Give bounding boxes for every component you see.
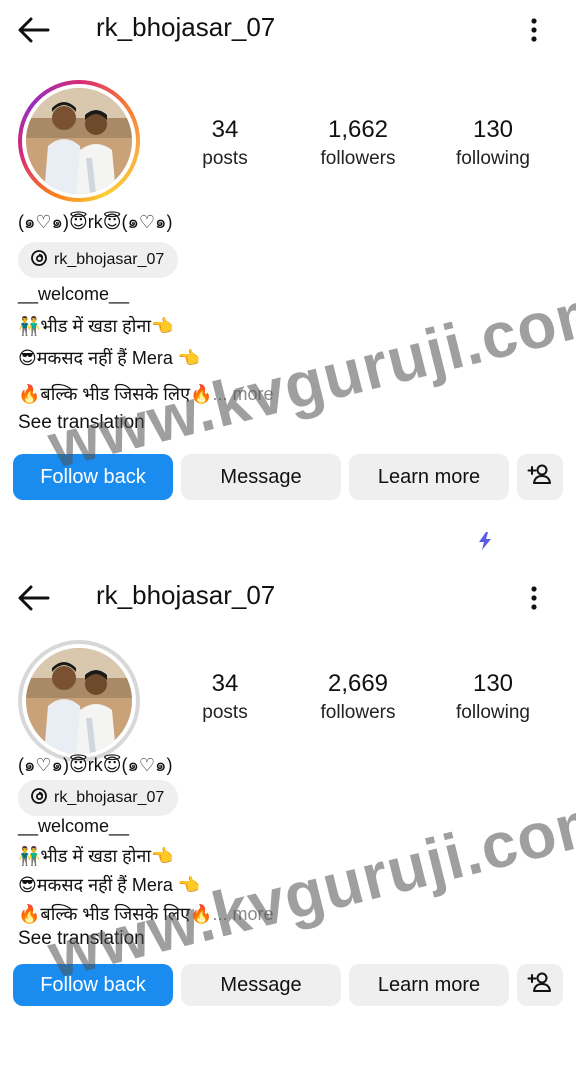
following-stat[interactable]: 130 following xyxy=(433,670,553,724)
posts-stat[interactable]: 34 posts xyxy=(165,116,285,170)
message-button[interactable]: Message xyxy=(181,964,341,1006)
display-name: (๑♡๑)😇rk😇(๑♡๑) xyxy=(18,755,173,775)
posts-label: posts xyxy=(202,702,248,723)
followers-label: followers xyxy=(320,702,396,723)
bio-line-1: __welcome__ xyxy=(18,816,130,836)
followers-label: followers xyxy=(320,148,396,169)
threads-icon xyxy=(30,787,48,810)
learn-more-button[interactable]: Learn more xyxy=(349,964,509,1006)
top-bar: rk_bhojasar_07 xyxy=(0,0,576,60)
threads-badge[interactable]: rk_bhojasar_07 xyxy=(18,780,179,816)
following-count: 130 xyxy=(472,116,514,143)
posts-count: 34 xyxy=(211,116,239,143)
username-title: rk_bhojasar_07 xyxy=(96,12,276,42)
threads-badge[interactable]: rk_bhojasar_07 xyxy=(18,242,179,278)
bio-line-1: __welcome__ xyxy=(18,284,130,304)
bio-line-2: 👬भीड में खडा होना👈 xyxy=(18,846,174,866)
bio-line-2: 👬भीड में खडा होना👈 xyxy=(18,316,174,336)
display-name: (๑♡๑)😇rk😇(๑♡๑) xyxy=(18,212,173,232)
posts-label: posts xyxy=(202,148,248,169)
avatar xyxy=(26,88,132,194)
followers-count: 1,662 xyxy=(327,116,389,143)
following-count: 130 xyxy=(472,670,514,697)
threads-handle: rk_bhojasar_07 xyxy=(54,789,165,806)
threads-icon xyxy=(30,249,48,272)
learn-more-button[interactable]: Learn more xyxy=(349,454,509,500)
bio-line-3: 😎मकसद नहीं हैं Mera 👈 xyxy=(18,348,201,368)
back-arrow-icon[interactable] xyxy=(16,582,52,614)
posts-stat[interactable]: 34 posts xyxy=(165,670,285,724)
followers-stat[interactable]: 1,662 followers xyxy=(298,116,418,170)
avatar-seen-ring[interactable] xyxy=(18,640,140,762)
top-bar: rk_bhojasar_07 xyxy=(0,568,576,628)
posts-count: 34 xyxy=(211,670,239,697)
add-person-button[interactable] xyxy=(517,454,563,500)
followers-stat[interactable]: 2,669 followers xyxy=(298,670,418,724)
following-stat[interactable]: 130 following xyxy=(433,116,553,170)
kebab-menu-icon[interactable] xyxy=(522,582,546,614)
add-person-icon xyxy=(527,970,553,1000)
kebab-menu-icon[interactable] xyxy=(522,14,546,46)
threads-handle: rk_bhojasar_07 xyxy=(54,251,165,268)
following-label: following xyxy=(456,148,530,169)
message-button[interactable]: Message xyxy=(181,454,341,500)
lightning-bolt-icon xyxy=(478,532,492,555)
avatar xyxy=(26,648,132,754)
avatar-story-ring[interactable] xyxy=(18,80,140,202)
add-person-icon xyxy=(527,462,553,492)
username-title: rk_bhojasar_07 xyxy=(96,580,276,610)
back-arrow-icon[interactable] xyxy=(16,14,52,46)
followers-count: 2,669 xyxy=(327,670,389,697)
following-label: following xyxy=(456,702,530,723)
add-person-button[interactable] xyxy=(517,964,563,1006)
